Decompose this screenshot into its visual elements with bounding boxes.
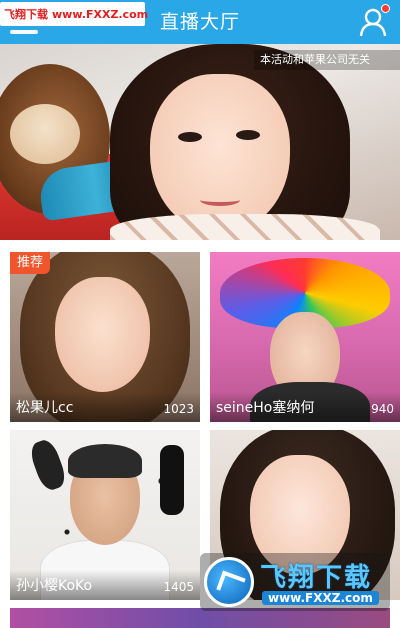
banner-eye-left [178, 132, 202, 142]
banner-person-face [150, 74, 290, 234]
viewer-count: 940 [371, 402, 394, 416]
banner-eye-right [236, 130, 260, 140]
watermark-url: www.FXXZ.com [262, 591, 379, 605]
recommend-badge: 推荐 [10, 252, 51, 274]
room-card[interactable]: 孙小樱KoKo 1405 [10, 430, 200, 600]
banner-mouth [200, 194, 240, 206]
banner-notice: 本活动和苹果公司无关 [254, 50, 400, 70]
room-name: 松果儿cc [16, 400, 74, 416]
next-row-preview [10, 608, 390, 628]
room-card[interactable]: seineHo塞纳何 940 [210, 252, 400, 422]
watermark-url: www.FXXZ.com [52, 7, 149, 21]
banner-shirt [110, 214, 380, 240]
notification-dot [381, 4, 390, 13]
thumbnail-face [55, 277, 150, 392]
room-name: 孙小樱KoKo [16, 578, 93, 594]
microphone [160, 445, 184, 515]
watermark-bottom: 飞翔下载 www.FXXZ.com [200, 553, 390, 611]
watermark-brand: 飞翔下载 [4, 8, 48, 21]
room-card[interactable]: 推荐 松果儿cc 1023 [10, 252, 200, 422]
watermark-brand: 飞翔下载 [260, 563, 373, 593]
viewer-count: 1405 [163, 580, 194, 594]
room-name: seineHo塞纳何 [216, 400, 315, 416]
viewer-count: 1023 [163, 402, 194, 416]
watermark-top: 飞翔下载 www.FXXZ.com [0, 2, 149, 26]
thumbnail-hair [68, 444, 142, 478]
banner-carousel[interactable]: 本活动和苹果公司无关 [0, 44, 400, 240]
plush-toy-face [10, 104, 80, 164]
watermark-logo-icon [204, 557, 254, 607]
